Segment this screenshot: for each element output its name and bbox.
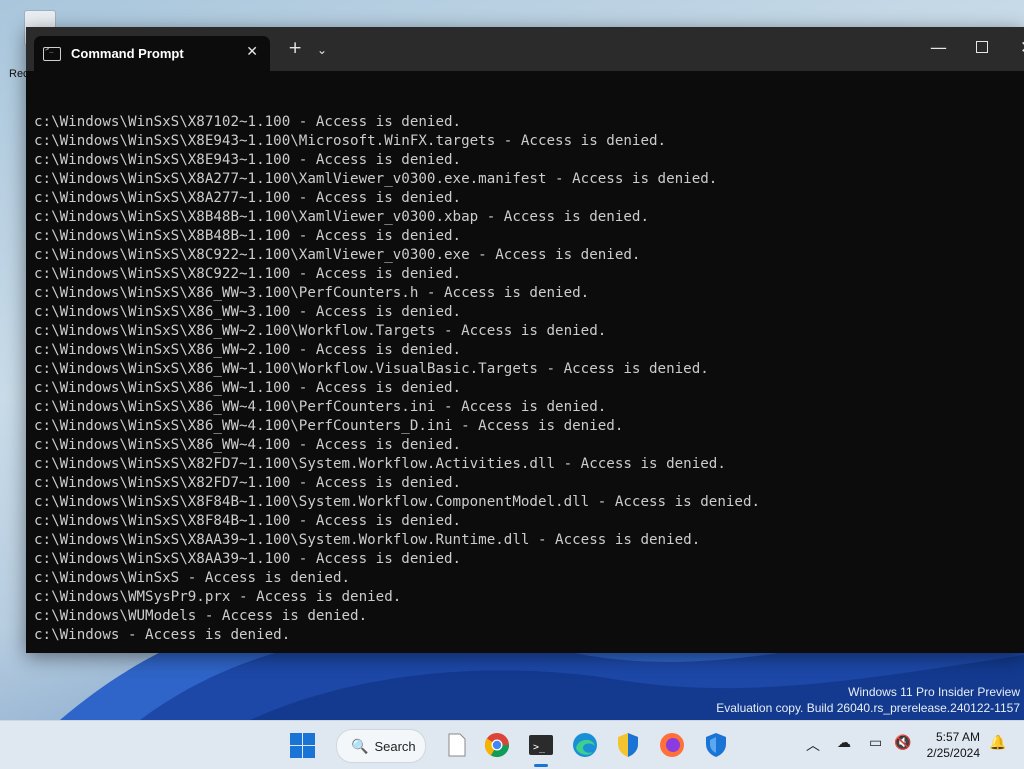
console-output[interactable]: c:\Windows\WinSxS\X87102~1.100 - Access … — [34, 75, 1019, 645]
console-line: c:\Windows\WUModels - Access is denied. — [34, 608, 368, 624]
tab-close-icon[interactable]: ✕ — [246, 44, 258, 60]
tab-title: Command Prompt — [71, 46, 184, 61]
title-bar[interactable]: Command Prompt ✕ + ⌄ — ✕ — [26, 27, 1024, 71]
clock-time: 5:57 AM — [935, 730, 980, 744]
console-line: c:\Windows\WinSxS\X8AA39~1.100\System.Wo… — [34, 532, 701, 548]
watermark-edition: Windows 11 Pro Insider Preview — [848, 685, 1020, 699]
console-line: c:\Windows\WinSxS\X8A277~1.100 - Access … — [34, 190, 462, 206]
maximize-button[interactable] — [976, 41, 988, 53]
search-label: Search — [374, 738, 416, 754]
console-line: c:\Windows\WinSxS\X86_WW~1.100 - Access … — [34, 380, 462, 396]
watermark-build: Evaluation copy. Build 26040.rs_prerelea… — [716, 701, 1020, 715]
console-line: c:\Windows\WinSxS\X8B48B~1.100\XamlViewe… — [34, 209, 649, 225]
console-line: c:\Windows - Access is denied. — [34, 627, 291, 643]
chevron-up-icon[interactable]: ︿ — [806, 735, 820, 755]
minimize-button[interactable]: — — [930, 40, 947, 57]
console-line: c:\Windows\WinSxS\X8AA39~1.100 - Access … — [34, 551, 462, 567]
start-button[interactable] — [288, 731, 316, 759]
console-line: c:\Windows\WinSxS\X82FD7~1.100\System.Wo… — [34, 456, 726, 472]
tab-command-prompt[interactable]: Command Prompt ✕ — [34, 36, 270, 71]
console-line: c:\Windows\WMSysPr9.prx - Access is deni… — [34, 589, 402, 605]
network-icon[interactable]: ▭ — [869, 735, 882, 751]
defender-icon[interactable] — [702, 731, 730, 759]
taskbar: 🔍 Search >_ ︿ ☁ ▭ 🔇 5:57 AM 2/25/2024 🔔 — [0, 720, 1024, 769]
svg-text:>_: >_ — [533, 742, 546, 753]
console-line: c:\Windows\WinSxS\X8E943~1.100\Microsoft… — [34, 133, 667, 149]
terminal-running-indicator — [534, 764, 548, 767]
console-line: c:\Windows\WinSxS - Access is denied. — [34, 570, 351, 586]
console-line: c:\Windows\WinSxS\X86_WW~4.100\PerfCount… — [34, 418, 624, 434]
chrome-icon[interactable] — [483, 731, 511, 759]
clock-date: 2/25/2024 — [926, 746, 980, 760]
console-line: c:\Windows\WinSxS\X87102~1.100 - Access … — [34, 114, 462, 130]
console-line: c:\Windows\WinSxS\X8A277~1.100\XamlViewe… — [34, 171, 718, 187]
security-shield-icon[interactable] — [614, 731, 642, 759]
console-line: c:\Windows\WinSxS\X82FD7~1.100 - Access … — [34, 475, 462, 491]
weather-icon[interactable]: ☁ — [837, 735, 851, 751]
evaluation-watermark: Windows 11 Pro Insider Preview Evaluatio… — [716, 684, 1020, 716]
console-line: c:\Windows\WinSxS\X8C922~1.100\XamlViewe… — [34, 247, 641, 263]
edge-icon[interactable] — [571, 731, 599, 759]
console-line: c:\Windows\WinSxS\X8F84B~1.100 - Access … — [34, 513, 462, 529]
clock[interactable]: 5:57 AM 2/25/2024 — [916, 729, 980, 761]
close-button[interactable]: ✕ — [1020, 40, 1024, 57]
console-line: c:\Windows\WinSxS\X86_WW~3.100 - Access … — [34, 304, 462, 320]
console-line: c:\Windows\WinSxS\X86_WW~2.100\Workflow.… — [34, 323, 607, 339]
console-line: c:\Windows\WinSxS\X86_WW~3.100\PerfCount… — [34, 285, 590, 301]
console-line: c:\Windows\WinSxS\X86_WW~4.100\PerfCount… — [34, 399, 607, 415]
search-icon: 🔍 — [351, 737, 369, 754]
console-line: c:\Windows\WinSxS\X8E943~1.100 - Access … — [34, 152, 462, 168]
notification-bell-icon[interactable]: 🔔 — [989, 735, 1006, 751]
chevron-down-icon[interactable]: ⌄ — [317, 42, 327, 59]
search-button[interactable]: 🔍 Search — [336, 729, 426, 763]
console-line: c:\Windows\WinSxS\X8B48B~1.100 - Access … — [34, 228, 462, 244]
console-line: c:\Windows\WinSxS\X8C922~1.100 - Access … — [34, 266, 462, 282]
console-line: c:\Windows\WinSxS\X8F84B~1.100\System.Wo… — [34, 494, 761, 510]
terminal-window[interactable]: Command Prompt ✕ + ⌄ — ✕ c:\Windows\WinS… — [26, 27, 1024, 653]
cmd-icon — [43, 45, 61, 61]
file-explorer-icon[interactable] — [442, 731, 470, 759]
new-tab-button[interactable]: + — [288, 40, 302, 57]
firefox-icon[interactable] — [658, 731, 686, 759]
volume-muted-icon[interactable]: 🔇 — [894, 735, 911, 751]
terminal-icon[interactable]: >_ — [527, 731, 555, 759]
console-line: c:\Windows\WinSxS\X86_WW~1.100\Workflow.… — [34, 361, 709, 377]
console-line: c:\Windows\WinSxS\X86_WW~4.100 - Access … — [34, 437, 462, 453]
console-line: c:\Windows\WinSxS\X86_WW~2.100 - Access … — [34, 342, 462, 358]
